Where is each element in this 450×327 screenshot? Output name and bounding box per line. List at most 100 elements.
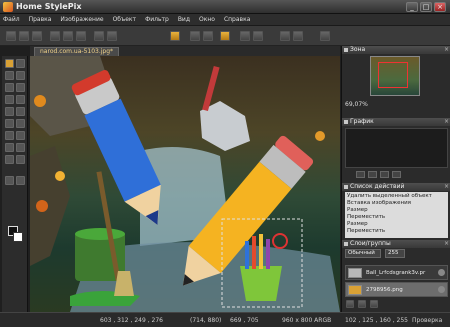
panel-close-icon[interactable]: × bbox=[444, 183, 449, 191]
history-item[interactable]: Размер bbox=[347, 207, 368, 214]
history-title: Список действий bbox=[350, 183, 405, 190]
blur-tool-icon[interactable] bbox=[16, 119, 25, 128]
menu-filter[interactable]: Фильтр bbox=[145, 16, 169, 23]
panel-close-icon[interactable]: × bbox=[444, 46, 449, 54]
zoom-in-icon[interactable] bbox=[280, 31, 290, 41]
leaf-shape bbox=[315, 131, 325, 141]
open-file-icon[interactable] bbox=[19, 31, 29, 41]
status-coords: 669 , 705 bbox=[230, 316, 259, 324]
cup-pencil-shape bbox=[252, 236, 256, 269]
app-logo-icon bbox=[3, 2, 13, 12]
title-bar: Home StylePix _ □ × bbox=[0, 0, 450, 14]
minimize-button[interactable]: _ bbox=[406, 2, 418, 12]
wand-tool-icon[interactable] bbox=[5, 83, 14, 92]
move-tool-icon[interactable] bbox=[5, 59, 14, 68]
align-center-icon[interactable] bbox=[203, 31, 213, 41]
panel-grip-icon bbox=[344, 242, 348, 246]
navigator-view-frame[interactable] bbox=[378, 62, 408, 88]
panel-close-icon[interactable]: × bbox=[444, 240, 449, 248]
channel-button[interactable] bbox=[368, 171, 377, 178]
leaf-shape bbox=[36, 200, 48, 212]
hand-tool-icon[interactable] bbox=[5, 155, 14, 164]
layer-thumbnail bbox=[348, 285, 362, 295]
rotate-icon[interactable] bbox=[253, 31, 263, 41]
history-item[interactable]: Переместить bbox=[347, 214, 385, 221]
grid-icon[interactable] bbox=[220, 31, 230, 41]
line-tool-icon[interactable] bbox=[16, 131, 25, 140]
menu-object[interactable]: Объект bbox=[113, 16, 136, 23]
cut-icon[interactable] bbox=[50, 31, 60, 41]
menu-view[interactable]: Вид bbox=[178, 16, 190, 23]
menu-edit[interactable]: Правка bbox=[29, 16, 52, 23]
swap-colors-icon[interactable] bbox=[16, 176, 25, 185]
fill-tool-icon[interactable] bbox=[16, 107, 25, 116]
leaf-shape bbox=[34, 95, 46, 107]
histogram-panel-header[interactable]: График × bbox=[342, 118, 450, 126]
lasso-tool-icon[interactable] bbox=[5, 71, 14, 80]
layer-name: Ball_Lrfcdsgrank3v.pr bbox=[366, 270, 426, 276]
history-item[interactable]: Размер bbox=[347, 221, 368, 228]
background-color-swatch[interactable] bbox=[13, 232, 23, 242]
menu-window[interactable]: Окно bbox=[199, 16, 215, 23]
channel-button[interactable] bbox=[380, 171, 389, 178]
brush-tool-icon[interactable] bbox=[5, 95, 14, 104]
paint-bucket-rim bbox=[75, 228, 125, 240]
opacity-field[interactable]: 255 bbox=[385, 249, 405, 258]
undo-icon[interactable] bbox=[94, 31, 104, 41]
maximize-button[interactable]: □ bbox=[420, 2, 432, 12]
redo-icon[interactable] bbox=[107, 31, 117, 41]
new-file-icon[interactable] bbox=[6, 31, 16, 41]
align-left-icon[interactable] bbox=[190, 31, 200, 41]
copy-icon[interactable] bbox=[63, 31, 73, 41]
flip-icon[interactable] bbox=[240, 31, 250, 41]
app-title: Home StylePix bbox=[16, 2, 82, 11]
tool-box bbox=[2, 56, 28, 312]
transform-icon[interactable] bbox=[170, 31, 180, 41]
blend-mode-select[interactable]: Обычный bbox=[345, 249, 381, 258]
cup-pencil-shape bbox=[259, 234, 263, 269]
menu-image[interactable]: Изображение bbox=[60, 16, 103, 23]
save-icon[interactable] bbox=[32, 31, 42, 41]
layer-row-selected[interactable]: 2798956.png bbox=[345, 282, 448, 297]
visibility-eye-icon[interactable] bbox=[438, 269, 445, 276]
channel-button[interactable] bbox=[392, 171, 401, 178]
eyedropper-tool-icon[interactable] bbox=[16, 83, 25, 92]
clone-tool-icon[interactable] bbox=[5, 119, 14, 128]
history-item[interactable]: Удалить выделенный объект bbox=[347, 193, 432, 200]
status-bar: 603 , 312 , 249 , 276 (714, 880) 669 , 7… bbox=[0, 312, 450, 327]
navigator-panel-header[interactable]: Зона × bbox=[342, 46, 450, 54]
paste-icon[interactable] bbox=[76, 31, 86, 41]
fit-icon[interactable] bbox=[320, 31, 330, 41]
layers-panel-header[interactable]: Слои/группы × bbox=[342, 240, 450, 248]
document-tab[interactable]: narod.com.ua-5103.jpg* bbox=[34, 47, 120, 56]
history-panel-header[interactable]: Список действий × bbox=[342, 183, 450, 191]
gradient-tool-icon[interactable] bbox=[16, 143, 25, 152]
text-tool-icon[interactable] bbox=[5, 143, 14, 152]
image-canvas[interactable] bbox=[30, 56, 340, 312]
history-item[interactable]: Переместить bbox=[347, 228, 385, 235]
pencil-tool-icon[interactable] bbox=[16, 95, 25, 104]
pencil-cup-shape bbox=[240, 266, 282, 301]
crop-tool-icon[interactable] bbox=[16, 71, 25, 80]
menu-bar: Файл Правка Изображение Объект Фильтр Ви… bbox=[0, 14, 450, 26]
visibility-eye-icon[interactable] bbox=[438, 286, 445, 293]
zoom-value[interactable]: 69,07% bbox=[345, 101, 368, 108]
canvas-artwork bbox=[30, 56, 340, 312]
select-tool-icon[interactable] bbox=[16, 59, 25, 68]
panel-close-icon[interactable]: × bbox=[444, 118, 449, 126]
color-palette-icon[interactable] bbox=[5, 176, 14, 185]
eraser-tool-icon[interactable] bbox=[5, 107, 14, 116]
zoom-out-icon[interactable] bbox=[293, 31, 303, 41]
menu-file[interactable]: Файл bbox=[3, 16, 20, 23]
menu-help[interactable]: Справка bbox=[224, 16, 250, 23]
layer-row[interactable]: Ball_Lrfcdsgrank3v.pr bbox=[345, 265, 448, 280]
channel-button[interactable] bbox=[356, 171, 365, 178]
delete-layer-icon[interactable] bbox=[358, 300, 366, 308]
zoom-tool-icon[interactable] bbox=[16, 155, 25, 164]
new-layer-icon[interactable] bbox=[346, 300, 354, 308]
histogram-title: График bbox=[350, 118, 374, 125]
history-item[interactable]: Вставка изображения bbox=[347, 200, 411, 207]
close-button[interactable]: × bbox=[434, 2, 446, 12]
merge-layer-icon[interactable] bbox=[370, 300, 378, 308]
shape-tool-icon[interactable] bbox=[5, 131, 14, 140]
